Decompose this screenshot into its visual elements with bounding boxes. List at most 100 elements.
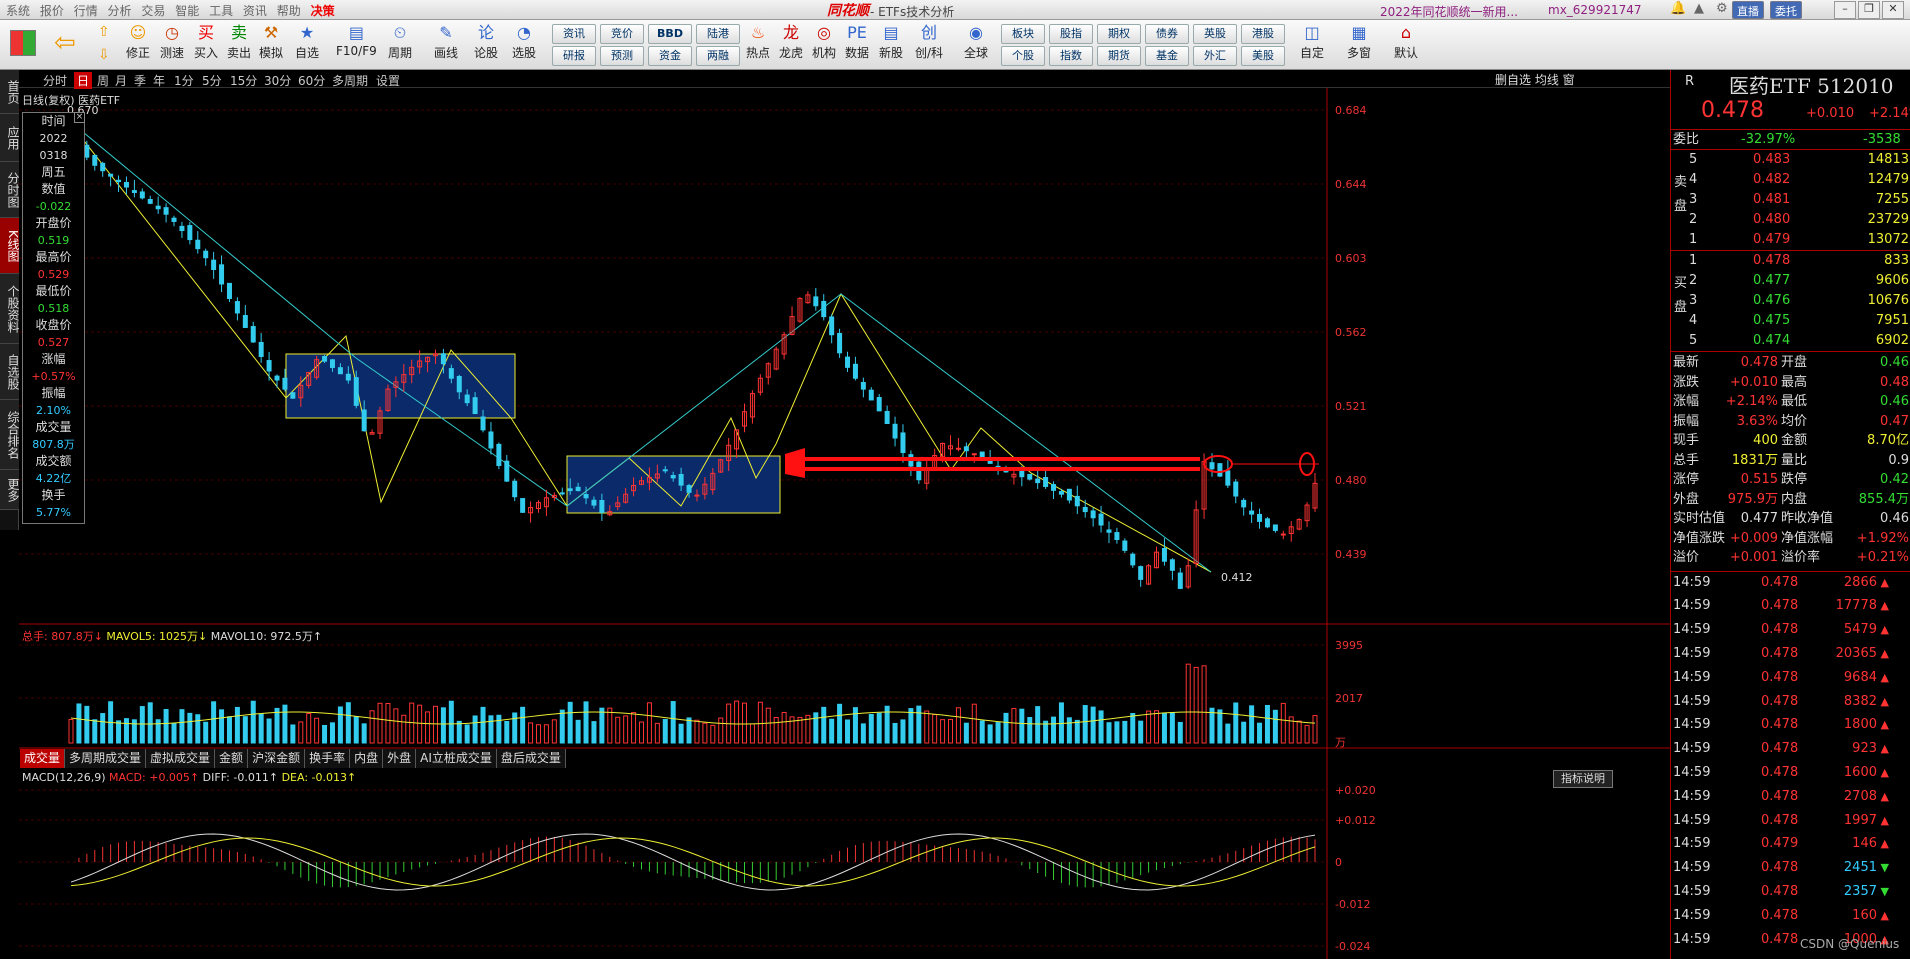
period-quarter[interactable]: 季 xyxy=(134,72,146,89)
dragon-button[interactable]: 龙龙虎 xyxy=(779,22,803,61)
grid-us-stocks-button[interactable]: 美股 xyxy=(1241,46,1285,66)
vtab-volume[interactable]: 成交量 xyxy=(20,749,66,768)
tab-profile[interactable]: 个股资料 xyxy=(0,274,20,344)
grid-index-futures-button[interactable]: 股指 xyxy=(1049,24,1093,44)
tab-more[interactable]: 更多 xyxy=(0,470,20,510)
vtab-inner[interactable]: 内盘 xyxy=(350,749,384,768)
chinext-button[interactable]: 创创/科 xyxy=(915,22,943,61)
bid-row[interactable]: 4 0.475 7951 xyxy=(1671,311,1910,330)
grid-uk-stocks-button[interactable]: 英股 xyxy=(1193,24,1237,44)
grid-fund-button[interactable]: 基金 xyxy=(1145,46,1189,66)
data-button[interactable]: PE 数据 xyxy=(845,22,869,61)
restore-icon[interactable]: ❐ xyxy=(1858,1,1880,19)
buy-button[interactable]: 买买入 xyxy=(194,22,218,61)
menu-item-news[interactable]: 资讯 xyxy=(243,0,267,19)
fix-button[interactable]: ☺ 修正 xyxy=(126,22,150,61)
tab-ranking[interactable]: 综合排名 xyxy=(0,400,20,470)
layout-icon[interactable] xyxy=(10,30,36,56)
ask-row[interactable]: 2 0.480 23729 xyxy=(1671,210,1910,229)
live-button[interactable]: 直播 xyxy=(1732,1,1764,19)
tab-apps[interactable]: 应用 xyxy=(0,114,20,162)
watchlist-button[interactable]: ★ 自选 xyxy=(295,22,319,61)
vtab-amount[interactable]: 金额 xyxy=(215,749,249,768)
grid-auction-button[interactable]: 竞价 xyxy=(600,24,644,44)
period-button[interactable]: ⏲ 周期 xyxy=(388,22,412,61)
vtab-sh-sz-amount[interactable]: 沪深金额 xyxy=(248,749,306,768)
period-5min[interactable]: 5分 xyxy=(202,72,222,89)
grid-bbd-button[interactable]: BBD xyxy=(648,24,692,44)
custom-button[interactable]: ◫ 自定 xyxy=(1300,22,1324,61)
settings-icon[interactable]: ⚙ xyxy=(1716,1,1728,16)
bell-icon[interactable]: 🔔 xyxy=(1670,1,1686,16)
bid-row[interactable]: 5 0.474 6902 xyxy=(1671,331,1910,350)
vtab-turnover[interactable]: 换手率 xyxy=(305,749,351,768)
menu-item-decision[interactable]: 决策 xyxy=(311,0,335,19)
grid-hkconnect-button[interactable]: 陆港 xyxy=(696,24,740,44)
grid-funds-button[interactable]: 资金 xyxy=(648,46,692,66)
ask-row[interactable]: 3 0.481 7255 xyxy=(1671,190,1910,209)
minimize-icon[interactable]: – xyxy=(1834,1,1856,19)
tab-home[interactable]: 首页 xyxy=(0,70,20,114)
tab-kline[interactable]: K线图 xyxy=(0,218,20,274)
simulate-button[interactable]: ⚒ 模拟 xyxy=(259,22,283,61)
menu-item-trade[interactable]: 交易 xyxy=(141,0,165,19)
grid-options-button[interactable]: 期权 xyxy=(1097,24,1141,44)
tab-watchlist[interactable]: 自选股 xyxy=(0,344,20,400)
period-week[interactable]: 周 xyxy=(97,72,109,89)
stockpick-button[interactable]: ◔ 选股 xyxy=(512,22,536,61)
period-multi[interactable]: 多周期 xyxy=(332,72,368,89)
multiwindow-button[interactable]: ▦ 多窗 xyxy=(1347,22,1371,61)
indicator-help-button[interactable]: 指标说明 xyxy=(1553,770,1613,788)
grid-forecast-button[interactable]: 预测 xyxy=(600,46,644,66)
period-year[interactable]: 年 xyxy=(153,72,165,89)
period-day[interactable]: 日 xyxy=(74,72,93,89)
ask-row[interactable]: 1 0.479 13072 xyxy=(1671,230,1910,249)
vtab-ai-volume[interactable]: AI立桩成交量 xyxy=(416,749,497,768)
grid-stocks-button[interactable]: 个股 xyxy=(1001,46,1045,66)
draw-button[interactable]: ✎ 画线 xyxy=(434,22,458,61)
grid-sector-button[interactable]: 板块 xyxy=(1001,24,1045,44)
up-arrow-icon[interactable]: ⇧ xyxy=(98,24,110,40)
menu-item-help[interactable]: 帮助 xyxy=(277,0,301,19)
period-intraday[interactable]: 分时 xyxy=(43,72,67,89)
tab-intraday[interactable]: 分时图 xyxy=(0,162,20,218)
menu-item-market[interactable]: 行情 xyxy=(74,0,98,19)
institution-button[interactable]: ◎ 机构 xyxy=(812,22,836,61)
back-icon[interactable]: ⇦ xyxy=(54,30,76,56)
period-15min[interactable]: 15分 xyxy=(230,72,257,89)
period-60min[interactable]: 60分 xyxy=(298,72,325,89)
bid-row[interactable]: 1 0.478 833 xyxy=(1671,251,1910,270)
kline-chart[interactable]: 0.6700.412 0.6840.6440.6030.5620.5210.48… xyxy=(19,88,1670,959)
user-name[interactable]: mx_629921747 xyxy=(1548,3,1642,17)
period-settings[interactable]: 设置 xyxy=(376,72,400,89)
close-icon[interactable]: × xyxy=(74,112,85,123)
menu-item-system[interactable]: 系统 xyxy=(6,0,30,19)
down-arrow-icon[interactable]: ⇩ xyxy=(98,47,110,63)
grid-research-button[interactable]: 研报 xyxy=(552,46,596,66)
menu-item-smart[interactable]: 智能 xyxy=(175,0,199,19)
hotspot-button[interactable]: ♨ 热点 xyxy=(746,22,770,61)
close-icon[interactable]: ✕ xyxy=(1882,1,1904,19)
vtab-multi-volume[interactable]: 多周期成交量 xyxy=(65,749,147,768)
default-button[interactable]: ⌂ 默认 xyxy=(1394,22,1418,61)
grid-futures-button[interactable]: 期货 xyxy=(1097,46,1141,66)
f10-button[interactable]: ▤ F10/F9 xyxy=(336,22,377,58)
period-30min[interactable]: 30分 xyxy=(264,72,291,89)
entrust-button[interactable]: 委托 xyxy=(1770,1,1802,19)
ask-row[interactable]: 4 0.482 12479 xyxy=(1671,170,1910,189)
speedtest-button[interactable]: ◷ 测速 xyxy=(160,22,184,61)
bid-row[interactable]: 2 0.477 9606 xyxy=(1671,271,1910,290)
global-button[interactable]: ◉ 全球 xyxy=(964,22,988,61)
discuss-button[interactable]: 论论股 xyxy=(474,22,498,61)
menu-item-analysis[interactable]: 分析 xyxy=(108,0,132,19)
bid-row[interactable]: 3 0.476 10676 xyxy=(1671,291,1910,310)
menu-item-quote[interactable]: 报价 xyxy=(40,0,64,19)
period-month[interactable]: 月 xyxy=(115,72,127,89)
ipo-button[interactable]: ▤ 新股 xyxy=(879,22,903,61)
vtab-after-hours[interactable]: 盘后成交量 xyxy=(496,749,566,768)
chart-tools[interactable]: 删自选 均线 窗 xyxy=(1495,71,1575,88)
grid-hk-stocks-button[interactable]: 港股 xyxy=(1241,24,1285,44)
vtab-outer[interactable]: 外盘 xyxy=(383,749,417,768)
sell-button[interactable]: 卖卖出 xyxy=(227,22,251,61)
news-ticker[interactable]: 2022年同花顺统一新用... xyxy=(1380,3,1518,20)
